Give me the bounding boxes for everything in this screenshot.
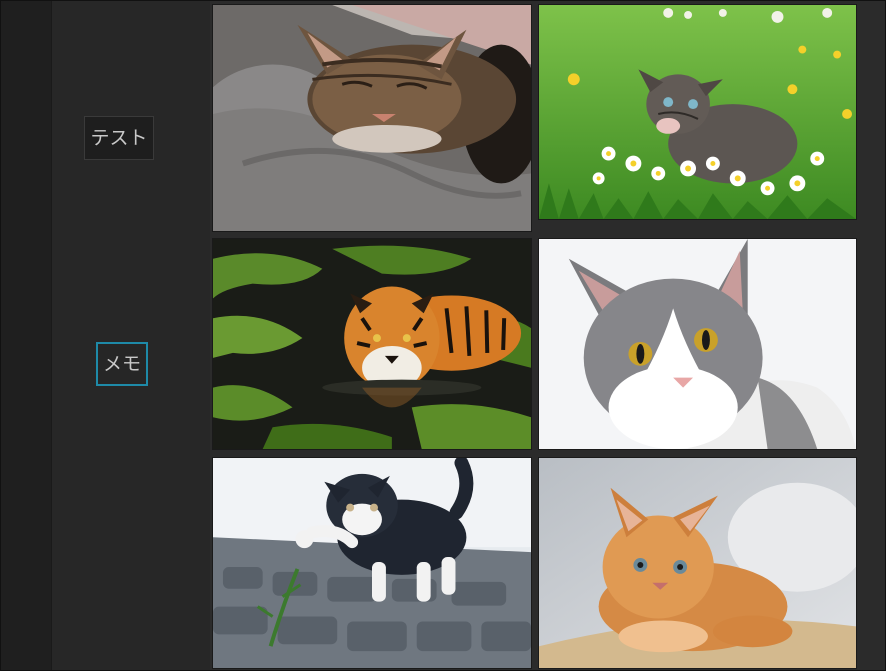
thumbnail-kitten-in-daisy-field[interactable] — [538, 4, 857, 220]
cat-image — [213, 5, 531, 231]
thumbnail-kitten-on-cobblestones[interactable] — [212, 457, 532, 669]
tag-label: テスト — [90, 126, 148, 149]
tag-button-memo[interactable]: メモ — [96, 342, 148, 386]
orange-kitten-image — [539, 458, 856, 668]
tag-button-test[interactable]: テスト — [84, 116, 154, 160]
thumbnail-tiger-in-water[interactable] — [212, 238, 532, 450]
tag-label: メモ — [102, 352, 141, 375]
thumbnail-sleeping-tabby-cat[interactable] — [212, 4, 532, 232]
cat-portrait-image — [539, 239, 856, 449]
kitten-playing-image — [213, 458, 531, 668]
tag-sidebar — [52, 1, 210, 670]
tiger-image — [213, 239, 531, 449]
kitten-image — [539, 5, 856, 219]
thumbnail-gray-white-cat-portrait[interactable] — [538, 238, 857, 450]
left-rail — [1, 1, 52, 670]
thumbnail-orange-kitten-lying[interactable] — [538, 457, 857, 669]
